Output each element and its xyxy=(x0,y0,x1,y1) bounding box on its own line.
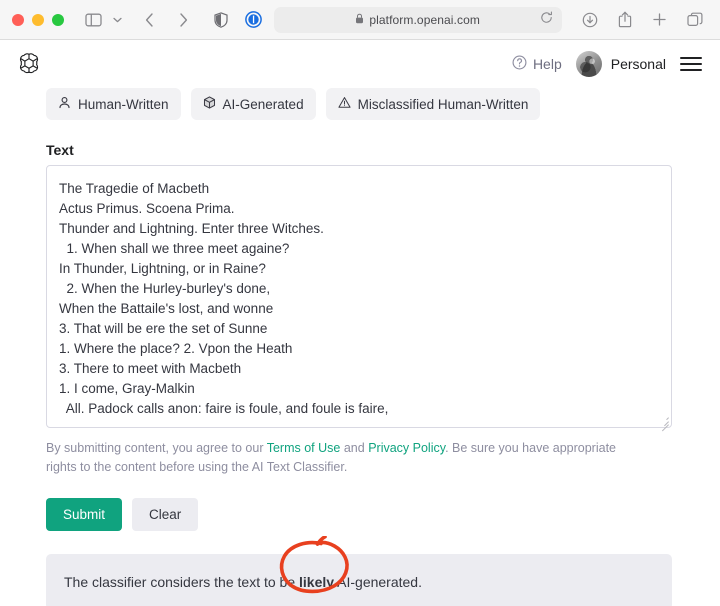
submit-button[interactable]: Submit xyxy=(46,498,122,531)
help-link[interactable]: Help xyxy=(512,55,562,73)
sidebar-icon[interactable] xyxy=(80,7,106,33)
classifier-result-banner: The classifier considers the text to be … xyxy=(46,554,672,606)
tab-label: AI-Generated xyxy=(223,97,304,112)
lock-icon xyxy=(355,11,364,29)
help-label: Help xyxy=(533,56,562,72)
result-text-end: AI-generated. xyxy=(334,574,422,590)
text-field-label: Text xyxy=(46,142,672,158)
warning-triangle-icon xyxy=(338,96,351,112)
cube-icon xyxy=(203,96,216,112)
share-icon[interactable] xyxy=(612,7,638,33)
maximize-window-button[interactable] xyxy=(52,14,64,26)
tab-label: Misclassified Human-Written xyxy=(358,97,529,112)
account-menu[interactable]: Personal xyxy=(576,51,666,77)
disclaimer-text-start: By submitting content, you agree to our xyxy=(46,441,267,455)
main-content: Human-Written AI-Generated Misclassified… xyxy=(0,88,720,606)
avatar xyxy=(576,51,602,77)
browser-toolbar: platform.openai.com xyxy=(0,0,720,40)
terms-of-use-link[interactable]: Terms of Use xyxy=(267,441,341,455)
clear-button[interactable]: Clear xyxy=(132,498,198,531)
download-icon[interactable] xyxy=(577,7,603,33)
chevron-left-icon[interactable] xyxy=(136,7,162,33)
example-tabs: Human-Written AI-Generated Misclassified… xyxy=(46,88,672,120)
disclaimer-conjunction: and xyxy=(340,441,368,455)
form-actions: Submit Clear xyxy=(46,498,672,531)
plus-icon[interactable] xyxy=(647,7,673,33)
tab-misclassified-human-written[interactable]: Misclassified Human-Written xyxy=(326,88,541,120)
person-icon xyxy=(58,96,71,112)
browser-actions xyxy=(577,7,708,33)
text-input[interactable]: The Tragedie of Macbeth Actus Primus. Sc… xyxy=(46,165,672,428)
privacy-policy-link[interactable]: Privacy Policy xyxy=(368,441,445,455)
tab-label: Human-Written xyxy=(78,97,169,112)
tab-overview-icon[interactable] xyxy=(682,7,708,33)
tab-ai-generated[interactable]: AI-Generated xyxy=(191,88,316,120)
browser-nav-controls xyxy=(80,7,266,33)
chevron-down-icon[interactable] xyxy=(108,7,126,33)
reload-icon[interactable] xyxy=(540,11,553,29)
minimize-window-button[interactable] xyxy=(32,14,44,26)
result-text-start: The classifier considers the text to be xyxy=(64,574,299,590)
onepassword-icon[interactable] xyxy=(240,7,266,33)
account-name: Personal xyxy=(611,56,666,72)
chevron-right-icon[interactable] xyxy=(170,7,196,33)
tab-human-written[interactable]: Human-Written xyxy=(46,88,181,120)
question-circle-icon xyxy=(512,55,527,73)
hamburger-menu-icon[interactable] xyxy=(680,57,702,71)
shield-icon[interactable] xyxy=(208,7,234,33)
result-emphasis: likely xyxy=(299,574,334,590)
openai-logo[interactable] xyxy=(16,51,42,77)
url-text: platform.openai.com xyxy=(369,13,480,27)
header-right-group: Help Personal xyxy=(512,51,702,77)
window-traffic-lights xyxy=(12,14,64,26)
legal-disclaimer: By submitting content, you agree to our … xyxy=(46,439,646,477)
site-header: Help Personal xyxy=(0,40,720,88)
address-bar[interactable]: platform.openai.com xyxy=(274,7,562,33)
close-window-button[interactable] xyxy=(12,14,24,26)
textarea-wrapper: The Tragedie of Macbeth Actus Primus. Sc… xyxy=(46,165,672,428)
